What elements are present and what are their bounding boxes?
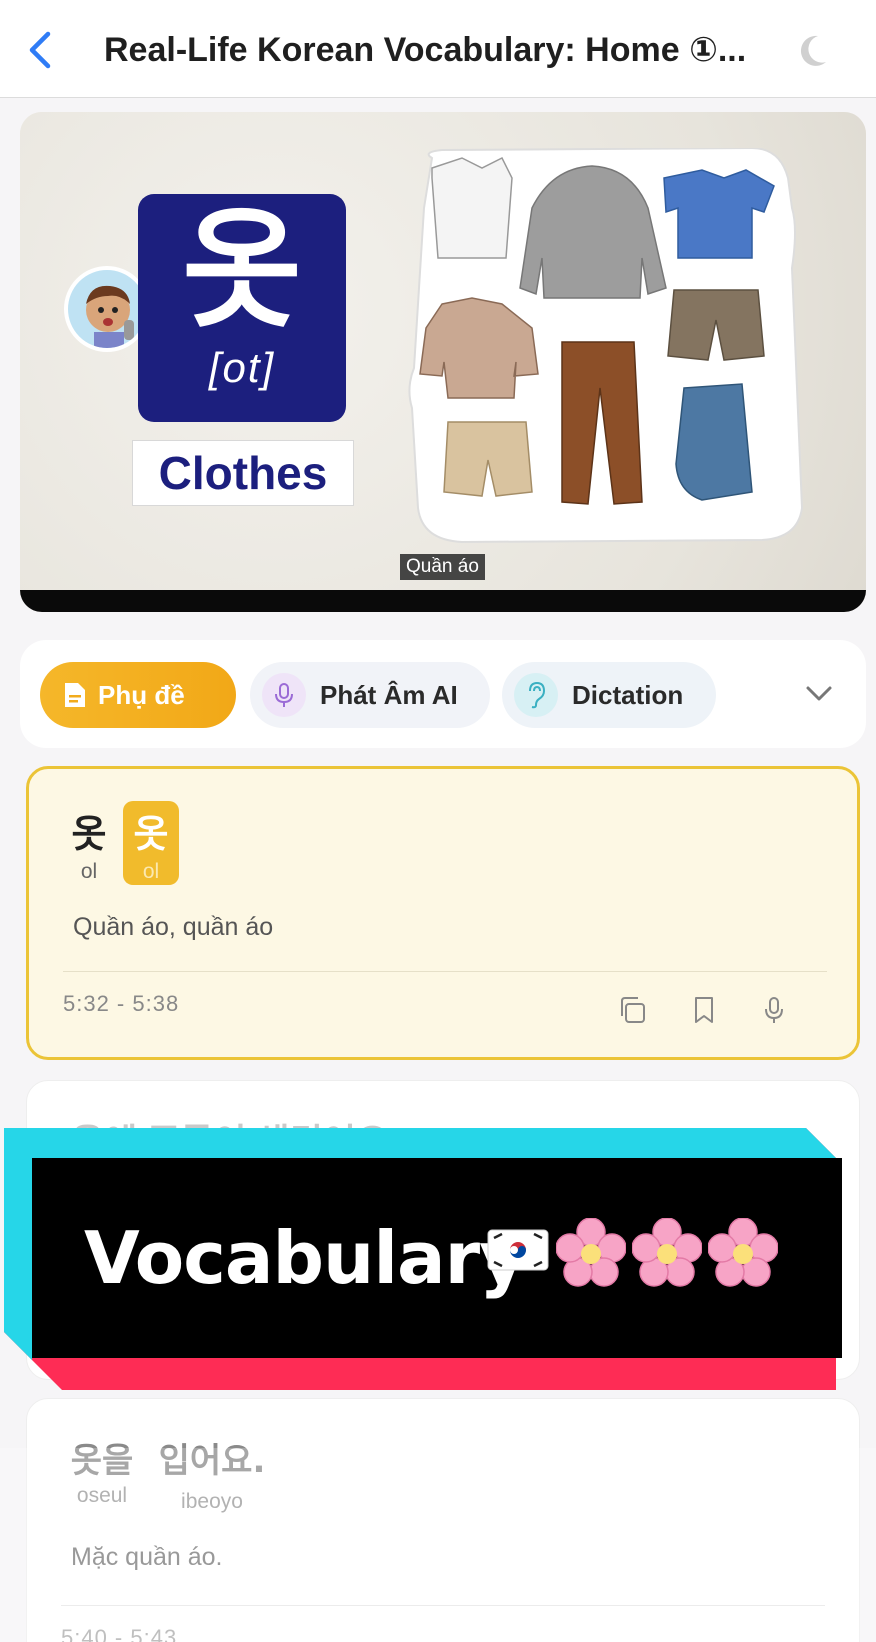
tab-dictation[interactable]: Dictation <box>502 662 716 728</box>
flag-south-korea-icon <box>487 1229 549 1271</box>
cherry-blossom-icon <box>632 1218 702 1287</box>
word-roman: ol <box>80 860 98 883</box>
cherry-blossom-icon <box>556 1218 626 1287</box>
microphone-icon <box>262 673 306 717</box>
word-roman: oseul <box>76 1484 128 1507</box>
video-word-english: Clothes <box>132 440 354 506</box>
clothes-illustration <box>408 148 804 544</box>
copy-icon[interactable] <box>617 995 647 1025</box>
word-korean: 옷 <box>71 812 107 856</box>
moon-icon[interactable] <box>796 34 828 68</box>
video-player[interactable]: 옷 [ot] Clothes Quần áo <box>20 112 866 612</box>
back-arrow-icon[interactable] <box>24 30 58 70</box>
tab-subtitles-label: Phụ đề <box>98 679 185 710</box>
word-korean: 옷 <box>133 812 169 856</box>
bookmark-icon[interactable] <box>689 995 719 1025</box>
overlay-banner-text: Vocabulary <box>84 1216 526 1300</box>
word-token[interactable]: 옷 ol <box>69 803 109 884</box>
page-title: Real-Life Korean Vocabulary: Home ①... <box>104 31 747 69</box>
tab-dictation-label: Dictation <box>572 679 684 710</box>
word-card: 옷 [ot] <box>138 194 346 422</box>
meaning-text: Quần áo, quần áo <box>73 913 274 941</box>
video-progress-bar[interactable] <box>20 590 866 612</box>
timestamp: 5:40 - 5:43 <box>61 1625 178 1642</box>
word-korean: 입어요. <box>158 1441 266 1481</box>
document-icon <box>58 673 92 717</box>
chevron-down-icon[interactable] <box>804 682 834 706</box>
subtitle-card-active[interactable]: 옷 ol 옷 ol Quần áo, quần áo 5:32 - 5:38 <box>26 766 860 1060</box>
meaning-text: Mặc quần áo. <box>71 1543 223 1571</box>
word-token[interactable]: 입어요. ibeoyo <box>157 1433 267 1514</box>
mode-tabs: Phụ đề Phát Âm AI Dictation <box>20 640 866 748</box>
tab-subtitles[interactable]: Phụ đề <box>40 662 236 728</box>
word-token-highlighted[interactable]: 옷 ol <box>123 803 179 884</box>
word-roman: ol <box>142 860 160 883</box>
word-roman: ibeoyo <box>181 1490 243 1513</box>
cherry-blossom-icon <box>708 1218 778 1287</box>
microphone-icon[interactable] <box>759 995 789 1025</box>
top-bar: Real-Life Korean Vocabulary: Home ①... <box>0 0 876 98</box>
tab-ai-pronunciation-label: Phát Âm AI <box>320 679 458 710</box>
subtitle-card[interactable]: 옷을 oseul 입어요. ibeoyo Mặc quần áo. 5:40 -… <box>26 1398 860 1642</box>
overlay-emojis <box>486 1218 778 1288</box>
tab-ai-pronunciation[interactable]: Phát Âm AI <box>250 662 490 728</box>
word-token[interactable]: 옷을 oseul <box>67 1433 137 1508</box>
timestamp: 5:32 - 5:38 <box>63 991 180 1016</box>
word-korean: 옷을 <box>70 1441 134 1481</box>
video-word-korean: 옷 <box>182 194 302 346</box>
video-caption: Quần áo <box>400 554 485 580</box>
ear-icon <box>514 673 558 717</box>
divider <box>63 971 827 972</box>
divider <box>61 1605 825 1606</box>
video-word-roman: [ot] <box>208 344 276 391</box>
